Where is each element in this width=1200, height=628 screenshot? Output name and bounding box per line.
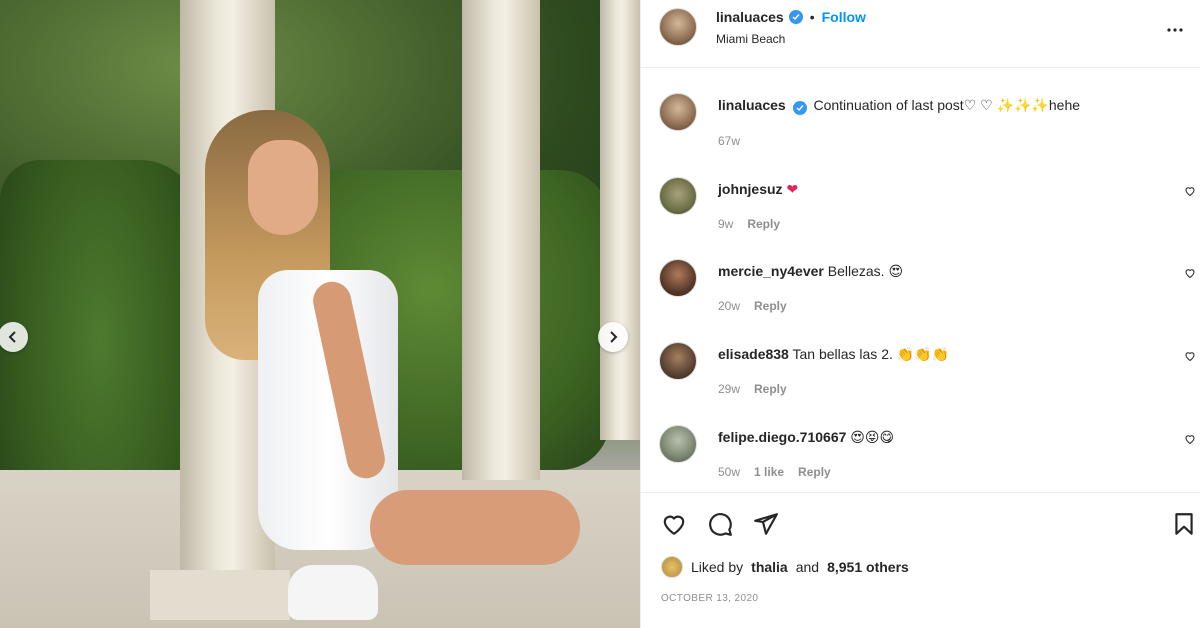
post-date[interactable]: OCTOBER 13, 2020 xyxy=(661,593,758,604)
comment-avatar[interactable] xyxy=(659,259,697,297)
caption-meta: 67w xyxy=(718,134,740,148)
photo-pillar-base xyxy=(150,570,290,620)
liker-avatar[interactable] xyxy=(661,556,683,578)
comment-username[interactable]: elisade838 xyxy=(718,346,789,362)
comment-username[interactable]: johnjesuz xyxy=(718,181,783,197)
post-header: linaluaces • Follow Miami Beach xyxy=(641,0,1200,68)
comment-like-heart-icon[interactable] xyxy=(1184,267,1196,279)
author-avatar[interactable] xyxy=(659,8,697,46)
comment-meta: 20w Reply xyxy=(718,299,787,313)
separator-dot: • xyxy=(809,9,815,25)
comment-text-line: felipe.diego.710667 😍😝😋 xyxy=(718,429,894,446)
heart-icon[interactable] xyxy=(661,511,687,537)
photo-pillar xyxy=(462,0,540,480)
comment-text: 😍😝😋 xyxy=(850,429,895,445)
comment-age[interactable]: 29w xyxy=(718,382,740,396)
comment-text-line: johnjesuz ❤ xyxy=(718,181,798,198)
comment-meta: 29w Reply xyxy=(718,382,787,396)
post-location[interactable]: Miami Beach xyxy=(716,32,785,46)
comment-like-heart-icon[interactable] xyxy=(1184,433,1196,445)
photo-pillar xyxy=(600,0,640,440)
chevron-right-icon xyxy=(610,331,618,343)
liked-by-user[interactable]: thalia xyxy=(751,559,788,575)
caption-age[interactable]: 67w xyxy=(718,134,740,148)
liked-by-others[interactable]: 8,951 others xyxy=(827,559,909,575)
verified-badge-icon xyxy=(788,10,803,24)
post-details-panel: linaluaces • Follow Miami Beach linaluac… xyxy=(640,0,1200,628)
comment-age[interactable]: 20w xyxy=(718,299,740,313)
liked-by-and: and xyxy=(795,559,820,575)
follow-button[interactable]: Follow xyxy=(822,9,866,25)
chevron-left-icon xyxy=(8,331,16,343)
verified-badge-icon xyxy=(792,101,807,115)
comment-text: Tan bellas las 2. 👏👏👏 xyxy=(792,346,950,362)
comment-username[interactable]: felipe.diego.710667 xyxy=(718,429,846,445)
caption-avatar[interactable] xyxy=(659,93,697,131)
comment-meta: 50w 1 like Reply xyxy=(718,465,831,479)
comment-like-heart-icon[interactable] xyxy=(1184,350,1196,362)
more-icon[interactable] xyxy=(1163,18,1187,42)
likes-summary: Liked by thalia and 8,951 others xyxy=(661,556,909,578)
reply-button[interactable]: Reply xyxy=(747,217,780,231)
comment-avatar[interactable] xyxy=(659,425,697,463)
bookmark-icon[interactable] xyxy=(1171,511,1197,537)
author-line: linaluaces • Follow xyxy=(716,9,866,25)
caption-text-line: linaluaces Continuation of last post♡ ♡ … xyxy=(718,97,1080,115)
comment-text-line: elisade838 Tan bellas las 2. 👏👏👏 xyxy=(718,346,949,363)
photo-person-legs xyxy=(370,490,580,565)
comment-text: ❤ xyxy=(786,181,799,197)
comment-meta: 9w Reply xyxy=(718,217,780,231)
carousel-next-button[interactable] xyxy=(598,322,628,352)
photo-person-shoe xyxy=(288,565,378,620)
comment-age[interactable]: 50w xyxy=(718,465,740,479)
liked-by-prefix: Liked by xyxy=(691,559,744,575)
post-media[interactable] xyxy=(0,0,640,628)
caption-text: Continuation of last post♡ ♡ ✨✨✨hehe xyxy=(813,97,1081,113)
comment-like-count[interactable]: 1 like xyxy=(754,465,784,479)
action-bar xyxy=(641,492,1200,552)
comment-username[interactable]: mercie_ny4ever xyxy=(718,263,824,279)
comment-like-heart-icon[interactable] xyxy=(1184,185,1196,197)
comment-avatar[interactable] xyxy=(659,342,697,380)
comment-icon[interactable] xyxy=(707,511,733,537)
comment-age[interactable]: 9w xyxy=(718,217,733,231)
reply-button[interactable]: Reply xyxy=(798,465,831,479)
caption-username[interactable]: linaluaces xyxy=(718,97,786,113)
comment-text: Bellezas. 😍 xyxy=(827,263,904,279)
comment-text-line: mercie_ny4ever Bellezas. 😍 xyxy=(718,263,903,280)
comment-avatar[interactable] xyxy=(659,177,697,215)
share-icon[interactable] xyxy=(753,511,779,537)
author-username[interactable]: linaluaces xyxy=(716,9,784,25)
photo-person-face xyxy=(248,140,318,235)
reply-button[interactable]: Reply xyxy=(754,299,787,313)
reply-button[interactable]: Reply xyxy=(754,382,787,396)
